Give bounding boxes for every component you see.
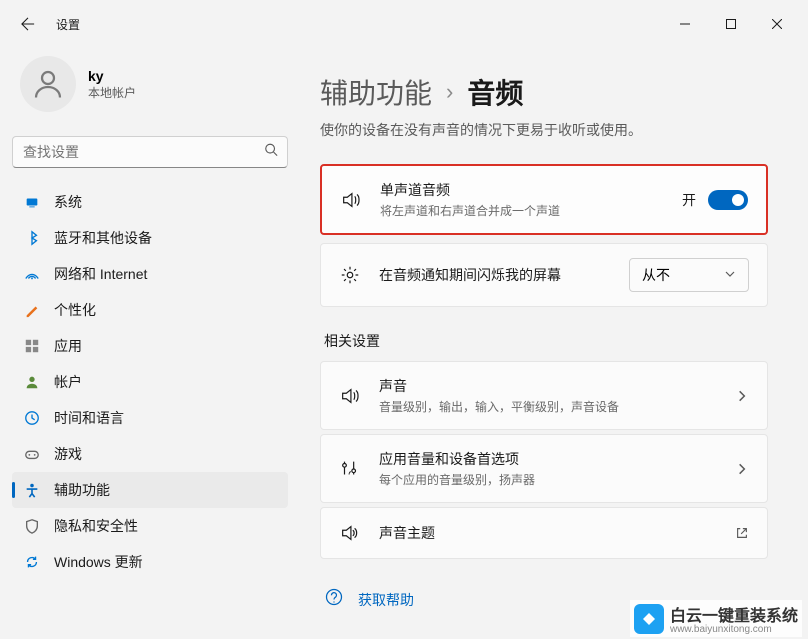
nav-item-accounts[interactable]: 帐户 xyxy=(12,364,288,400)
user-account-block[interactable]: ky 本地帐户 xyxy=(12,48,288,120)
nav-item-bluetooth[interactable]: 蓝牙和其他设备 xyxy=(12,220,288,256)
nav-item-privacy[interactable]: 隐私和安全性 xyxy=(12,508,288,544)
nav-label: 辅助功能 xyxy=(54,480,110,500)
nav-label: 帐户 xyxy=(54,372,82,392)
nav-item-system[interactable]: 系统 xyxy=(12,184,288,220)
content-area: 辅助功能 › 音频 使你的设备在没有声音的情况下更易于收听或使用。 单声道音频 … xyxy=(300,48,808,639)
breadcrumb-parent[interactable]: 辅助功能 xyxy=(320,72,432,112)
user-name: ky xyxy=(88,68,136,84)
watermark-text: 白云一键重装系统 xyxy=(670,602,798,626)
nav-item-accessibility[interactable]: 辅助功能 xyxy=(12,472,288,508)
search-wrapper xyxy=(12,136,288,168)
card-subtitle: 音量级别，输出，输入，平衡级别，声音设备 xyxy=(379,398,717,415)
system-icon xyxy=(24,194,40,210)
sidebar: ky 本地帐户 系统蓝牙和其他设备网络和 Internet 个性化应用帐户时间和语… xyxy=(0,48,300,639)
card-title: 声音 xyxy=(379,376,717,396)
dropdown-value: 从不 xyxy=(642,265,670,285)
watermark: 白云一键重装系统 www.baiyunxitong.com xyxy=(630,600,802,637)
nav-label: 蓝牙和其他设备 xyxy=(54,228,152,248)
card-title: 应用音量和设备首选项 xyxy=(379,449,717,469)
minimize-icon xyxy=(680,19,690,29)
flash-screen-title: 在音频通知期间闪烁我的屏幕 xyxy=(379,265,611,285)
nav-item-apps[interactable]: 应用 xyxy=(12,328,288,364)
flash-icon xyxy=(339,264,361,286)
title-bar: 设置 xyxy=(0,0,808,48)
search-input[interactable] xyxy=(12,136,288,168)
card-subtitle: 每个应用的音量级别，扬声器 xyxy=(379,471,717,488)
get-help-link[interactable]: 获取帮助 xyxy=(358,590,414,610)
nav-list: 系统蓝牙和其他设备网络和 Internet 个性化应用帐户时间和语言游戏辅助功能隐… xyxy=(12,184,288,580)
personalize-icon xyxy=(24,302,40,318)
chevron-right-icon xyxy=(735,462,749,476)
flash-screen-dropdown[interactable]: 从不 xyxy=(629,258,749,292)
nav-label: Windows 更新 xyxy=(54,552,143,572)
toggle-state-label: 开 xyxy=(682,190,696,210)
user-subtitle: 本地帐户 xyxy=(88,84,136,101)
minimize-button[interactable] xyxy=(662,8,708,40)
bluetooth-icon xyxy=(24,230,40,246)
help-icon xyxy=(324,587,344,612)
external-link-icon xyxy=(735,526,749,540)
close-icon xyxy=(772,19,782,29)
mixer-icon xyxy=(339,458,361,480)
privacy-icon xyxy=(24,518,40,534)
breadcrumb-separator: › xyxy=(446,79,453,105)
mono-audio-subtitle: 将左声道和右声道合并成一个声道 xyxy=(380,202,664,219)
chevron-down-icon xyxy=(724,267,736,283)
mono-audio-toggle[interactable] xyxy=(708,190,748,210)
maximize-button[interactable] xyxy=(708,8,754,40)
mono-audio-card[interactable]: 单声道音频 将左声道和右声道合并成一个声道 开 xyxy=(320,164,768,235)
breadcrumb-current: 音频 xyxy=(467,72,523,112)
nav-item-update[interactable]: Windows 更新 xyxy=(12,544,288,580)
gaming-icon xyxy=(24,446,40,462)
chevron-right-icon xyxy=(735,389,749,403)
nav-label: 时间和语言 xyxy=(54,408,124,428)
nav-label: 系统 xyxy=(54,192,82,212)
nav-item-time[interactable]: 时间和语言 xyxy=(12,400,288,436)
sound-icon xyxy=(339,385,361,407)
accessibility-icon xyxy=(24,482,40,498)
avatar xyxy=(20,56,76,112)
nav-label: 游戏 xyxy=(54,444,82,464)
nav-label: 应用 xyxy=(54,336,82,356)
card-title: 声音主题 xyxy=(379,523,717,543)
breadcrumb: 辅助功能 › 音频 xyxy=(320,72,768,112)
nav-label: 个性化 xyxy=(54,300,96,320)
window-controls xyxy=(662,8,800,40)
person-icon xyxy=(30,66,66,102)
nav-item-gaming[interactable]: 游戏 xyxy=(12,436,288,472)
back-arrow-icon xyxy=(21,17,35,31)
accounts-icon xyxy=(24,374,40,390)
related-settings-header: 相关设置 xyxy=(324,331,768,351)
time-icon xyxy=(24,410,40,426)
app-title: 设置 xyxy=(56,16,80,33)
speaker-icon xyxy=(340,189,362,211)
related-card-mixer[interactable]: 应用音量和设备首选项每个应用的音量级别，扬声器 xyxy=(320,434,768,503)
nav-item-personalize[interactable]: 个性化 xyxy=(12,292,288,328)
nav-item-network[interactable]: 网络和 Internet xyxy=(12,256,288,292)
apps-icon xyxy=(24,338,40,354)
network-icon xyxy=(24,266,40,282)
mono-audio-title: 单声道音频 xyxy=(380,180,664,200)
nav-label: 网络和 Internet xyxy=(54,264,147,284)
nav-label: 隐私和安全性 xyxy=(54,516,138,536)
theme-icon xyxy=(339,522,361,544)
maximize-icon xyxy=(726,19,736,29)
flash-screen-card[interactable]: 在音频通知期间闪烁我的屏幕 从不 xyxy=(320,243,768,307)
page-description: 使你的设备在没有声音的情况下更易于收听或使用。 xyxy=(320,120,768,140)
related-card-theme[interactable]: 声音主题 xyxy=(320,507,768,559)
update-icon xyxy=(24,554,40,570)
related-card-sound[interactable]: 声音音量级别，输出，输入，平衡级别，声音设备 xyxy=(320,361,768,430)
close-button[interactable] xyxy=(754,8,800,40)
search-icon xyxy=(264,143,278,162)
back-button[interactable] xyxy=(8,4,48,44)
watermark-logo-icon xyxy=(634,604,664,634)
